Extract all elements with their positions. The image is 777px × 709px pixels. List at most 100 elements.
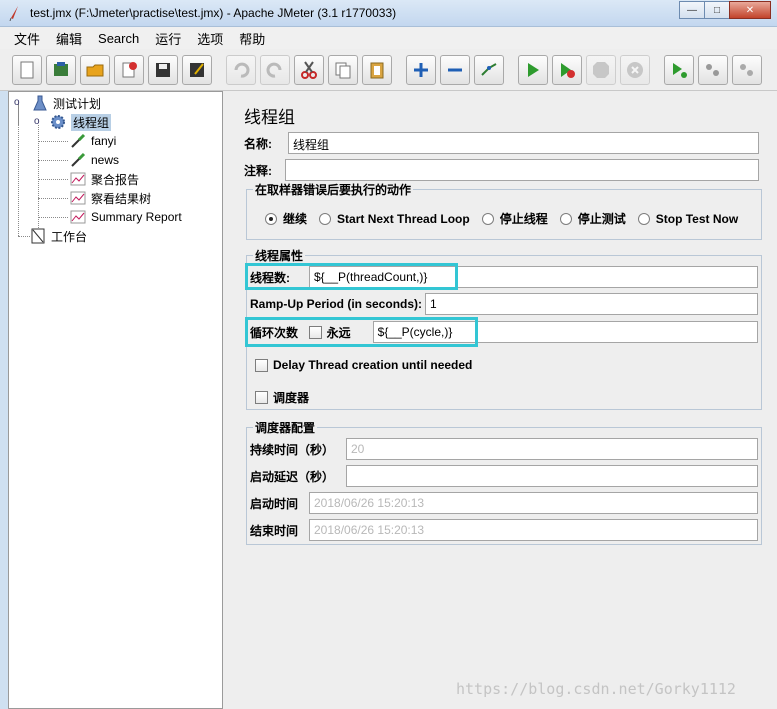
tree-node-view-results-tree[interactable]: 察看结果树 xyxy=(69,189,151,207)
rampup-row: Ramp-Up Period (in seconds): 1 xyxy=(250,293,758,315)
test-plan-icon xyxy=(31,94,49,112)
start-button[interactable] xyxy=(518,55,548,85)
listener-chart-icon xyxy=(69,208,87,226)
startup-delay-label: 启动延迟（秒） xyxy=(250,469,335,484)
rampup-label: Ramp-Up Period (in seconds): xyxy=(250,297,423,311)
close-file-button[interactable] xyxy=(114,55,144,85)
expand-all-button[interactable] xyxy=(406,55,436,85)
window-controls: — □ ✕ xyxy=(679,1,771,19)
tree-label: 察看结果树 xyxy=(91,191,152,206)
start-no-pause-icon xyxy=(561,63,575,78)
tree-label: fanyi xyxy=(91,134,117,148)
radio-stop-test[interactable]: 停止测试 xyxy=(559,210,626,227)
toggle-button[interactable] xyxy=(474,55,504,85)
stop-button[interactable] xyxy=(586,55,616,85)
radio-stop-thread[interactable]: 停止线程 xyxy=(481,210,548,227)
shutdown-button[interactable] xyxy=(620,55,650,85)
menu-search[interactable]: Search xyxy=(90,31,147,46)
comment-label: 注释: xyxy=(244,163,272,178)
thread-group-panel: 线程组 名称: 线程组 注释: 在取样器错误后要执行的动作 继续 Start N… xyxy=(232,91,777,709)
new-button[interactable] xyxy=(12,55,42,85)
collapse-all-button[interactable] xyxy=(440,55,470,85)
sampler-pipette-icon xyxy=(69,151,87,169)
tree-node-summary-report[interactable]: Summary Report xyxy=(69,208,182,226)
paste-button[interactable] xyxy=(362,55,392,85)
startup-delay-field[interactable] xyxy=(346,465,758,487)
name-field[interactable]: 线程组 xyxy=(288,132,759,154)
radio-continue[interactable]: 继续 xyxy=(265,210,307,227)
jmeter-feather-icon xyxy=(9,6,18,21)
tree-node-aggregate-report[interactable]: 聚合报告 xyxy=(69,170,139,188)
name-label: 名称: xyxy=(244,136,272,151)
remote-stop-button[interactable] xyxy=(698,55,728,85)
templates-icon xyxy=(54,62,68,76)
panel-title: 线程组 xyxy=(244,108,295,127)
radio-start-next-loop[interactable]: Start Next Thread Loop xyxy=(319,212,470,226)
new-icon xyxy=(20,61,34,79)
undo-icon xyxy=(234,62,250,78)
watermark: https://blog.csdn.net/Gorky1112 xyxy=(456,680,736,698)
end-time-row: 结束时间 2018/06/26 15:20:13 xyxy=(250,519,758,541)
end-time-field[interactable]: 2018/06/26 15:20:13 xyxy=(309,519,758,541)
save-button[interactable] xyxy=(148,55,178,85)
thread-group-expand-handle[interactable]: o xyxy=(34,117,43,127)
remote-start-button[interactable] xyxy=(664,55,694,85)
minimize-button[interactable]: — xyxy=(679,1,705,19)
menu-file[interactable]: 文件 xyxy=(6,29,48,48)
root-expand-handle[interactable]: o xyxy=(14,98,23,108)
remote-shutdown-button[interactable] xyxy=(732,55,762,85)
tree-label: Summary Report xyxy=(91,210,182,224)
menu-edit[interactable]: 编辑 xyxy=(48,29,90,48)
tree-node-test-plan[interactable]: 测试计划 xyxy=(31,94,101,112)
tree-node-fanyi[interactable]: fanyi xyxy=(69,132,116,150)
scheduler-config-group: 调度器配置 持续时间（秒） 20 启动延迟（秒） 启动时间 2018/06/26… xyxy=(246,419,762,545)
comment-row: 注释: xyxy=(244,159,763,181)
close-icon xyxy=(122,62,137,78)
tree-node-thread-group[interactable]: 线程组 xyxy=(49,113,112,131)
expand-icon xyxy=(414,63,428,77)
sampler-pipette-icon xyxy=(69,132,87,150)
open-button[interactable] xyxy=(80,55,110,85)
menu-options[interactable]: 选项 xyxy=(189,29,231,48)
shutdown-icon xyxy=(627,62,643,78)
copy-button[interactable] xyxy=(328,55,358,85)
radio-stop-test-now[interactable]: Stop Test Now xyxy=(637,212,738,226)
tree-label: news xyxy=(91,153,120,167)
start-no-pauses-button[interactable] xyxy=(552,55,582,85)
menu-run[interactable]: 运行 xyxy=(147,29,189,48)
thread-properties-legend: 线程属性 xyxy=(253,247,306,264)
undo-button[interactable] xyxy=(226,55,256,85)
templates-button[interactable] xyxy=(46,55,76,85)
comment-field[interactable] xyxy=(285,159,759,181)
pane-splitter[interactable] xyxy=(223,91,232,709)
save-icon xyxy=(156,63,170,77)
maximize-button[interactable]: □ xyxy=(704,1,730,19)
tree-label: 线程组 xyxy=(71,113,112,131)
tree-label: 工作台 xyxy=(51,229,88,244)
tree-node-news[interactable]: news xyxy=(69,151,119,169)
cut-button[interactable] xyxy=(294,55,324,85)
thread-count-highlight xyxy=(245,263,458,290)
save-as-button[interactable] xyxy=(182,55,212,85)
rampup-field[interactable]: 1 xyxy=(425,293,758,315)
scheduler-checkbox[interactable] xyxy=(255,391,268,404)
listener-chart-icon xyxy=(69,170,87,188)
window-title: test.jmx (F:\Jmeter\practise\test.jmx) -… xyxy=(30,6,397,20)
tree-label: 聚合报告 xyxy=(91,172,140,187)
duration-field[interactable]: 20 xyxy=(346,438,758,460)
redo-button[interactable] xyxy=(260,55,290,85)
loop-count-highlight xyxy=(245,317,478,347)
delay-creation-label: Delay Thread creation until needed xyxy=(273,358,473,372)
cut-icon xyxy=(301,61,317,79)
menu-help[interactable]: 帮助 xyxy=(231,29,273,48)
scheduler-label: 调度器 xyxy=(273,391,310,405)
toolbar xyxy=(0,49,777,91)
tree-node-workbench[interactable]: 工作台 xyxy=(29,227,87,245)
gear-icon xyxy=(49,113,67,131)
error-action-legend: 在取样器错误后要执行的动作 xyxy=(253,181,414,198)
close-window-button[interactable]: ✕ xyxy=(729,1,771,19)
delay-creation-checkbox[interactable] xyxy=(255,358,268,372)
start-time-field[interactable]: 2018/06/26 15:20:13 xyxy=(309,492,758,514)
tree-label: 测试计划 xyxy=(53,96,102,111)
title-bar: test.jmx (F:\Jmeter\practise\test.jmx) -… xyxy=(0,0,777,27)
